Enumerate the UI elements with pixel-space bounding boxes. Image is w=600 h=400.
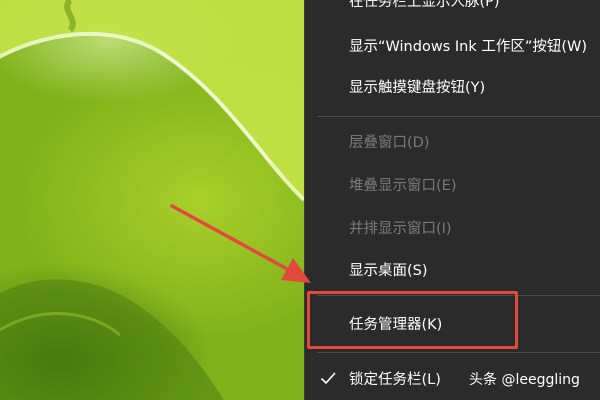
annotation-arrow-icon — [170, 204, 311, 283]
watermark: 头条 @leeggling — [469, 372, 580, 388]
